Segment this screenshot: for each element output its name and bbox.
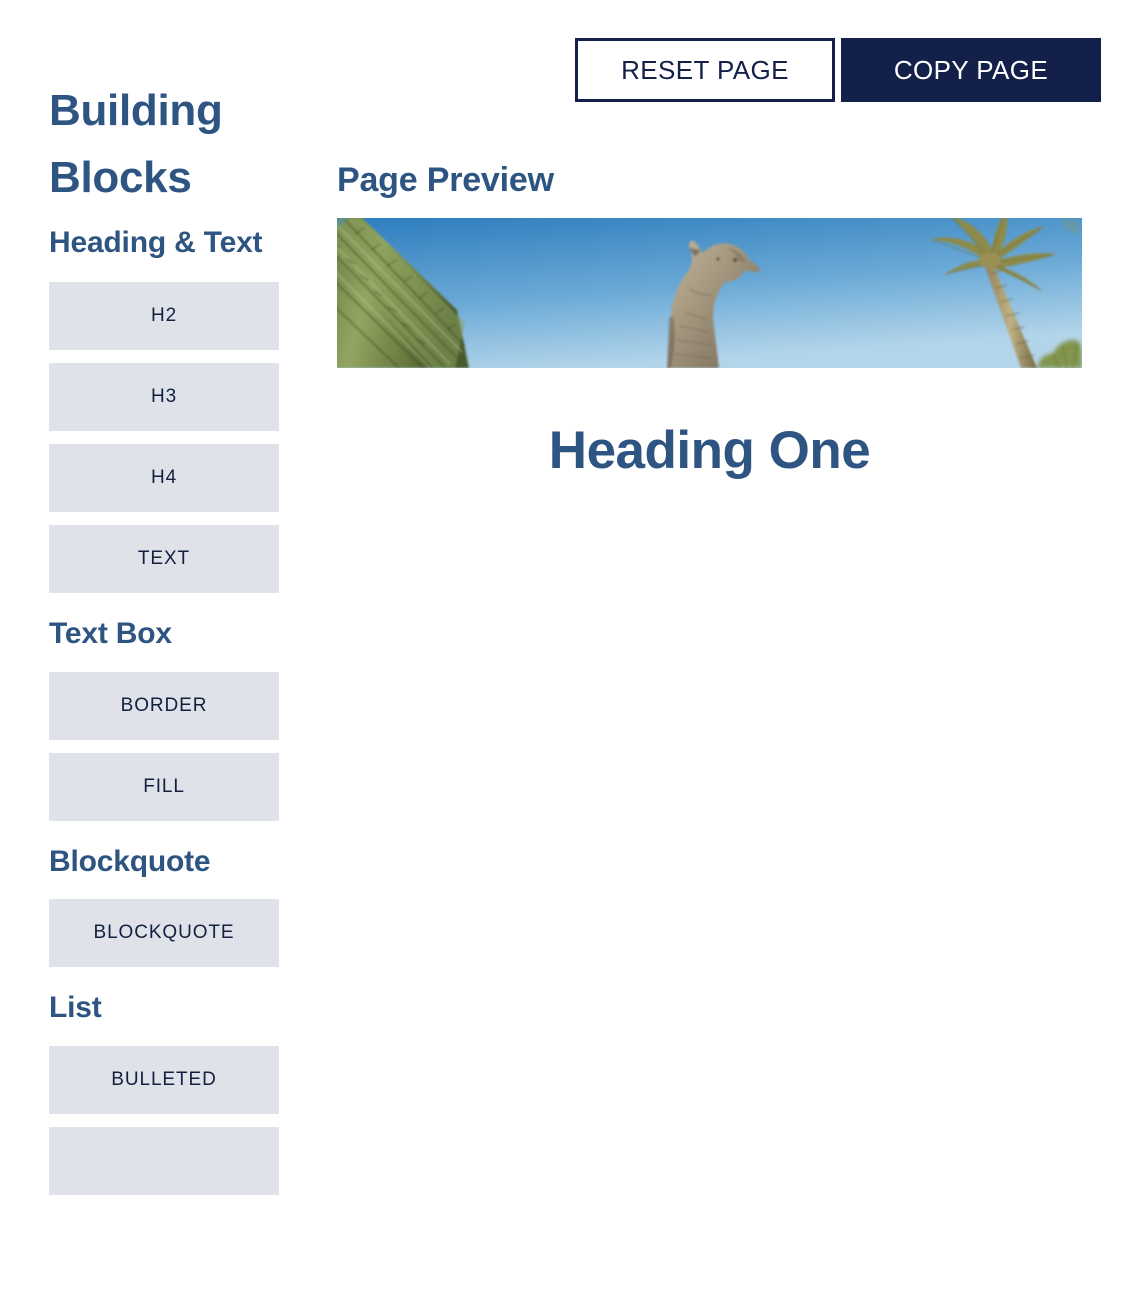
- sidebar-group-heading-text: Heading & Text H2 H3 H4 TEXT: [0, 218, 330, 593]
- page-preview-title: Page Preview: [337, 161, 554, 199]
- copy-page-button[interactable]: COPY PAGE: [841, 38, 1101, 102]
- hero-banner-image: [337, 217, 1082, 368]
- block-button-blockquote[interactable]: BLOCKQUOTE: [49, 899, 279, 968]
- page-preview-pane: Page Preview Heading One: [337, 160, 1082, 484]
- preview-heading-one: Heading One: [548, 420, 871, 480]
- sidebar-group-list: List BULLETED: [0, 983, 330, 1196]
- group-heading-label: Text Box: [49, 616, 172, 650]
- group-heading-label: List: [49, 991, 102, 1025]
- block-button-fill[interactable]: FILL: [49, 752, 279, 821]
- block-button-text[interactable]: TEXT: [49, 524, 279, 593]
- block-button-bulleted[interactable]: BULLETED: [49, 1046, 279, 1115]
- block-button-numbered-partial[interactable]: [49, 1127, 279, 1196]
- sidebar-group-blockquote: Blockquote BLOCKQUOTE: [0, 837, 330, 968]
- sidebar-title: Building Blocks: [49, 86, 223, 202]
- group-heading-label: Heading & Text: [49, 226, 263, 259]
- reset-page-button[interactable]: RESET PAGE: [575, 38, 835, 102]
- block-button-h3[interactable]: H3: [49, 362, 279, 431]
- block-button-h2[interactable]: H2: [49, 281, 279, 350]
- building-blocks-sidebar: Building Blocks Heading & Text H2 H3 H4 …: [0, 0, 330, 1300]
- group-heading-label: Blockquote: [49, 844, 211, 878]
- block-button-h4[interactable]: H4: [49, 443, 279, 512]
- sidebar-group-text-box: Text Box BORDER FILL: [0, 609, 330, 821]
- sidebar-groups: Heading & Text H2 H3 H4 TEXT Text Box BO…: [0, 218, 330, 1196]
- block-button-border[interactable]: BORDER: [49, 671, 279, 740]
